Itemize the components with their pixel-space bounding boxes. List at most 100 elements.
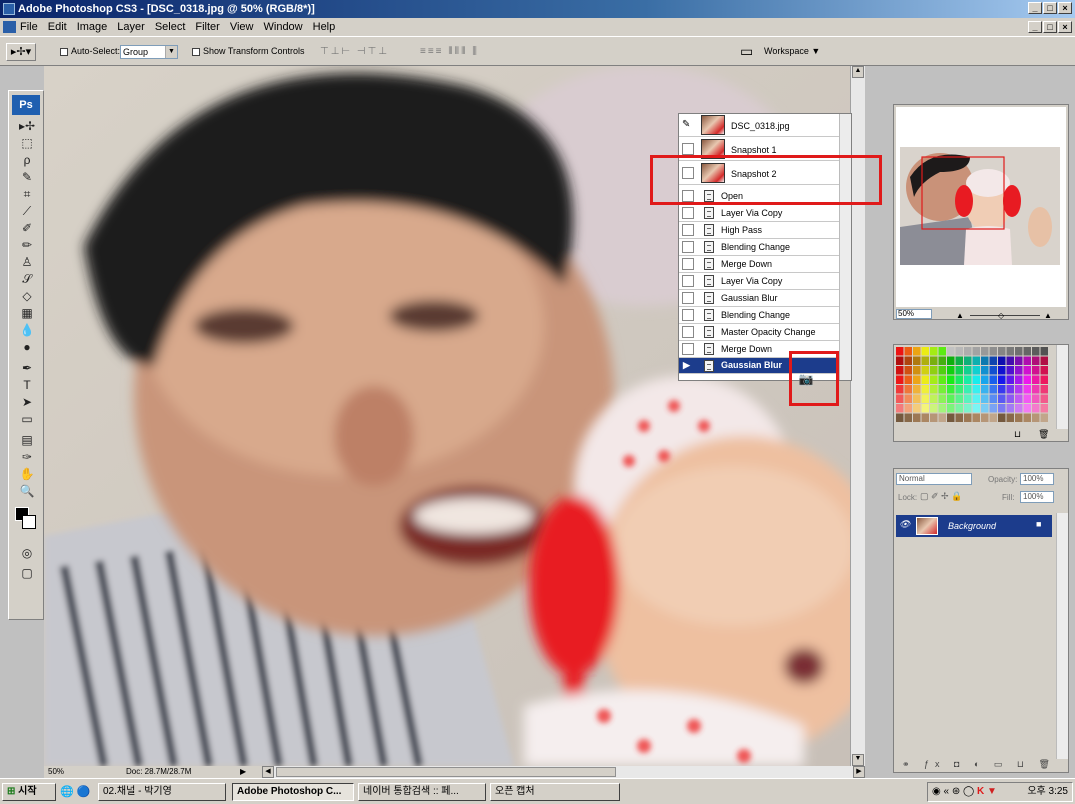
swatch-cell[interactable] <box>896 347 904 356</box>
swatch-cell[interactable] <box>1023 394 1032 404</box>
swatch-cell[interactable] <box>896 394 904 404</box>
swatch-cell[interactable] <box>998 356 1006 366</box>
swatch-cell[interactable] <box>930 347 938 356</box>
swatch-cell[interactable] <box>913 347 921 356</box>
swatch-cell[interactable] <box>904 385 913 394</box>
gradient-tool-icon[interactable]: ▦ <box>14 306 40 321</box>
minimize-button[interactable]: _ <box>1028 2 1042 14</box>
lasso-tool-icon[interactable]: ρ <box>14 153 40 168</box>
swatch-cell[interactable] <box>964 375 972 385</box>
canvas-horizontal-scrollbar[interactable]: ◀ ▶ <box>262 766 865 778</box>
swatch-cell[interactable] <box>1040 385 1049 394</box>
zoom-slider-thumb[interactable]: ◇ <box>998 311 1004 320</box>
magic-wand-tool-icon[interactable]: ✎ <box>14 170 40 185</box>
swatch-cell[interactable] <box>896 404 904 413</box>
swatch-cell[interactable] <box>989 413 998 423</box>
taskbar-item-photoshop[interactable]: Adobe Photoshop C... <box>232 783 354 801</box>
doc-restore-button[interactable]: □ <box>1043 21 1057 33</box>
swatch-cell[interactable] <box>921 385 930 394</box>
swatch-cell[interactable] <box>921 366 930 375</box>
swatches-scrollbar[interactable] <box>1056 345 1068 429</box>
history-brush-tool-icon[interactable]: 𝒮 <box>14 272 40 287</box>
maximize-button[interactable]: □ <box>1043 2 1057 14</box>
doc-close-button[interactable]: × <box>1058 21 1072 33</box>
swatch-cell[interactable] <box>1023 356 1032 366</box>
swatch-cell[interactable] <box>904 375 913 385</box>
zoom-out-icon[interactable]: ▲ <box>956 311 964 320</box>
swatch-cell[interactable] <box>981 394 989 404</box>
swatch-cell[interactable] <box>998 413 1006 423</box>
swatch-cell[interactable] <box>1015 394 1023 404</box>
slice-tool-icon[interactable]: ⟋ <box>14 204 40 219</box>
shape-tool-icon[interactable]: ▭ <box>14 412 40 427</box>
auto-select-dropdown[interactable]: Group ▼ <box>120 45 178 59</box>
brush-tool-icon[interactable]: ✏ <box>14 238 40 253</box>
swatch-cell[interactable] <box>947 394 955 404</box>
path-selection-tool-icon[interactable]: ➤ <box>14 395 40 410</box>
swatch-cell[interactable] <box>989 404 998 413</box>
workspace-icon[interactable]: ▭ <box>740 43 753 60</box>
swatch-cell[interactable] <box>947 413 955 423</box>
layer-bottom-icons[interactable]: ⚭ ƒx ◘ ◐ ▭ ⊔ 🗑 <box>902 759 1056 770</box>
menu-file[interactable]: File <box>20 21 38 33</box>
zoom-slider[interactable] <box>970 315 1040 316</box>
hand-tool-icon[interactable]: ✋ <box>14 467 40 482</box>
swatch-cell[interactable] <box>1040 404 1049 413</box>
swatch-cell[interactable] <box>938 385 947 394</box>
swatch-cell[interactable] <box>1040 413 1049 423</box>
swatch-cell[interactable] <box>981 347 989 356</box>
swatch-cell[interactable] <box>1015 375 1023 385</box>
swatch-cell[interactable] <box>981 366 989 375</box>
swatch-cell[interactable] <box>981 413 989 423</box>
swatch-cell[interactable] <box>1006 366 1015 375</box>
swatch-cell[interactable] <box>989 375 998 385</box>
swatch-cell[interactable] <box>921 347 930 356</box>
doc-minimize-button[interactable]: _ <box>1028 21 1042 33</box>
swatch-cell[interactable] <box>1006 356 1015 366</box>
swatch-cell[interactable] <box>896 366 904 375</box>
lock-icons[interactable]: ▢ ✐ ✢ 🔒 <box>920 491 962 502</box>
healing-brush-tool-icon[interactable]: ✐ <box>14 221 40 236</box>
swatch-cell[interactable] <box>930 375 938 385</box>
swatch-cell[interactable] <box>1006 375 1015 385</box>
swatch-cell[interactable] <box>930 385 938 394</box>
swatch-cell[interactable] <box>913 366 921 375</box>
swatch-cell[interactable] <box>964 413 972 423</box>
photoshop-logo[interactable]: Ps <box>12 95 40 115</box>
swatch-cell[interactable] <box>981 404 989 413</box>
marquee-tool-icon[interactable]: ⬚ <box>14 136 40 151</box>
swatch-cell[interactable] <box>913 394 921 404</box>
swatch-cell[interactable] <box>938 375 947 385</box>
menu-window[interactable]: Window <box>264 21 303 33</box>
swatch-cell[interactable] <box>1015 366 1023 375</box>
swatch-cell[interactable] <box>930 404 938 413</box>
blur-tool-icon[interactable]: 💧 <box>14 323 40 338</box>
swatch-cell[interactable] <box>964 356 972 366</box>
swatch-cell[interactable] <box>1015 347 1023 356</box>
history-brush-source-icon[interactable]: ✎ <box>682 119 690 130</box>
history-scrollbar[interactable] <box>839 114 851 380</box>
menu-edit[interactable]: Edit <box>48 21 67 33</box>
swatch-cell[interactable] <box>955 347 964 356</box>
document-icon[interactable] <box>3 21 16 33</box>
swatch-cell[interactable] <box>921 413 930 423</box>
move-tool-icon[interactable]: ▸✢ <box>14 119 40 134</box>
swatch-cell[interactable] <box>998 404 1006 413</box>
swatch-cell[interactable] <box>972 385 981 394</box>
swatch-cell[interactable] <box>1023 375 1032 385</box>
history-state[interactable]: Layer Via Copy <box>679 273 851 290</box>
swatch-cell[interactable] <box>913 375 921 385</box>
swatch-cell[interactable] <box>930 356 938 366</box>
zoom-in-icon[interactable]: ▲ <box>1044 311 1052 320</box>
swatch-cell[interactable] <box>913 404 921 413</box>
swatch-cell[interactable] <box>947 404 955 413</box>
swatch-cell[interactable] <box>998 347 1006 356</box>
swatch-cell[interactable] <box>1040 356 1049 366</box>
swatch-cell[interactable] <box>896 375 904 385</box>
menu-select[interactable]: Select <box>155 21 186 33</box>
swatch-cell[interactable] <box>955 413 964 423</box>
taskbar-item-channel[interactable]: 02.채널 - 박기영 <box>98 783 226 801</box>
notes-tool-icon[interactable]: ▤ <box>14 433 40 448</box>
taskbar-item-opencapture[interactable]: 오픈 캡처 <box>490 783 620 801</box>
auto-select-checkbox[interactable]: Auto-Select: <box>60 46 120 56</box>
